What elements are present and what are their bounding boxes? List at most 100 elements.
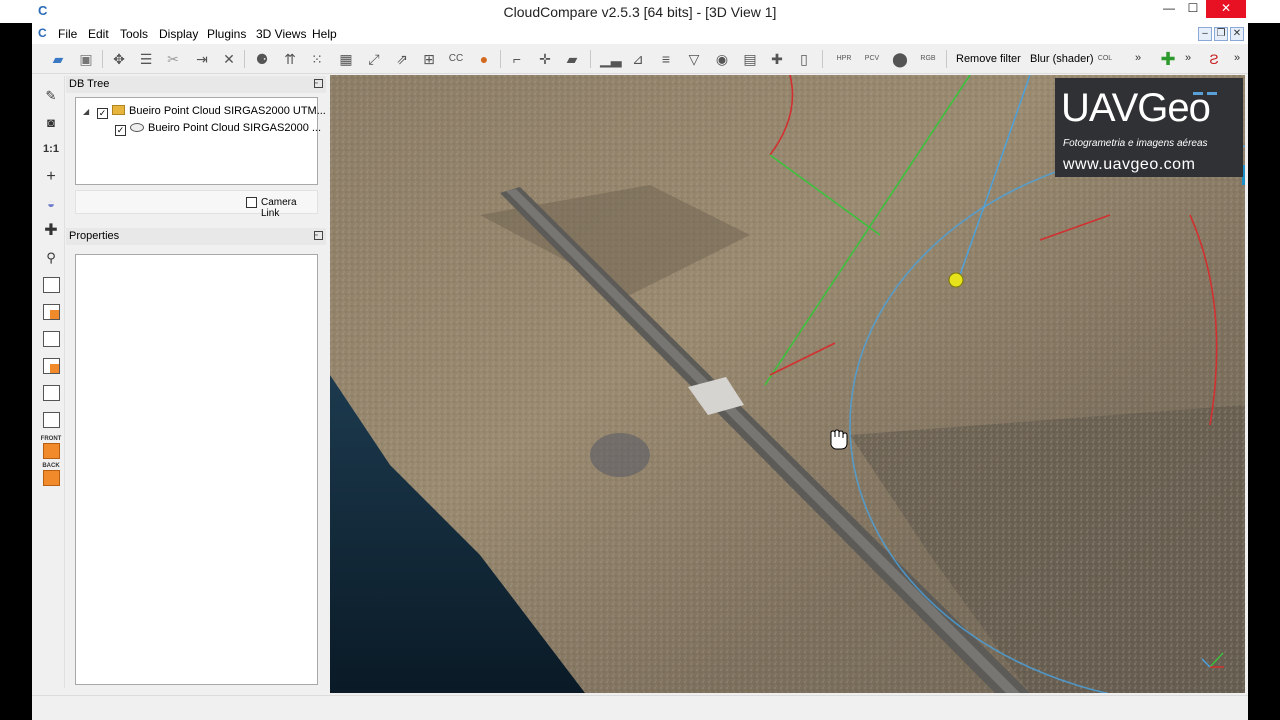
- pcv-icon[interactable]: PCV: [862, 49, 882, 69]
- menu-display[interactable]: Display: [159, 27, 198, 41]
- camera-link-checkbox[interactable]: [246, 197, 257, 208]
- front-iso-label: FRONT: [40, 436, 62, 442]
- histogram-icon[interactable]: ▁▃: [600, 49, 622, 69]
- logo-url: www.uavgeo.com: [1063, 156, 1196, 173]
- delete-icon[interactable]: ✕: [219, 49, 239, 69]
- segment-icon[interactable]: ✂: [163, 49, 183, 69]
- pick-icon[interactable]: ⌐: [507, 49, 527, 69]
- back-view-icon[interactable]: [43, 358, 60, 374]
- pivot-icon[interactable]: +: [41, 167, 61, 187]
- plane-icon[interactable]: ▰: [562, 49, 582, 69]
- menu-plugins[interactable]: Plugins: [207, 27, 246, 41]
- left-view-icon[interactable]: [43, 331, 60, 347]
- zoom-icon[interactable]: ⚲: [41, 248, 61, 268]
- sphere-icon[interactable]: ◉: [712, 49, 732, 69]
- logo-bar: [1193, 92, 1203, 95]
- tree-item-label: Bueiro Point Cloud SIRGAS2000 UTM...: [129, 105, 326, 117]
- tree-item-cloud[interactable]: ✓ Bueiro Point Cloud SIRGAS2000 ...: [115, 122, 321, 136]
- stat-icon[interactable]: ⊿: [628, 49, 648, 69]
- camera-link-bar: Camera Link: [75, 190, 318, 219]
- blur-shader-button[interactable]: Blur (shader): [1030, 53, 1094, 65]
- tree-item-group[interactable]: ✓ Bueiro Point Cloud SIRGAS2000 UTM...: [97, 105, 326, 119]
- pivot-visibility-icon[interactable]: ✚: [41, 221, 61, 241]
- 3d-view[interactable]: UAVGeo Fotogrametria e imagens aéreas ww…: [330, 75, 1245, 693]
- menu-help[interactable]: Help: [312, 27, 337, 41]
- menu-bar: C File Edit Tools Display Plugins 3D Vie…: [32, 23, 1248, 44]
- tree-item-checkbox[interactable]: ✓: [97, 108, 108, 119]
- save-icon[interactable]: ▣: [76, 49, 96, 69]
- properties-title: Properties: [69, 230, 120, 242]
- front-view-icon[interactable]: [43, 304, 60, 320]
- color-icon[interactable]: ●: [474, 49, 494, 69]
- trash-icon[interactable]: ▯: [794, 49, 814, 69]
- plus-icon[interactable]: ✚: [767, 49, 787, 69]
- logo-bar: [1207, 92, 1217, 95]
- translate-rotate-icon[interactable]: ✥: [109, 49, 129, 69]
- properties-view[interactable]: [75, 254, 318, 685]
- ssao-icon[interactable]: ⬤: [890, 49, 910, 69]
- tree-item-label: Bueiro Point Cloud SIRGAS2000 ...: [148, 122, 322, 134]
- filter-icon[interactable]: ≡: [656, 49, 676, 69]
- mesh-icon[interactable]: ▦: [336, 49, 356, 69]
- view-toolbar: ✎ ◙ 1:1 + ◒ ✚ ⚲ FRONT BACK: [35, 76, 65, 688]
- normals-icon[interactable]: ⚈: [252, 49, 272, 69]
- list-icon[interactable]: ☰: [136, 49, 156, 69]
- mdi-restore-button[interactable]: ❐: [1214, 27, 1228, 41]
- perspective-icon[interactable]: ◒: [41, 194, 61, 214]
- gradient-icon[interactable]: ▽: [684, 49, 704, 69]
- menu-3d-views[interactable]: 3D Views: [256, 27, 306, 41]
- mdi-app-icon: C: [38, 26, 47, 40]
- toolbar-overflow-button[interactable]: »: [1135, 52, 1141, 64]
- mdi-close-button[interactable]: ✕: [1230, 27, 1244, 41]
- toolbar-separator: [244, 50, 245, 68]
- menu-tools[interactable]: Tools: [120, 27, 148, 41]
- stats-icon[interactable]: ⊞: [419, 49, 439, 69]
- toolbar-overflow-button[interactable]: »: [1234, 52, 1240, 64]
- rock-cluster: [590, 433, 650, 477]
- pivot-sphere: [948, 272, 964, 288]
- merge-icon[interactable]: ⇥: [192, 49, 212, 69]
- hpr-icon[interactable]: HPR: [834, 49, 854, 69]
- register-icon[interactable]: ⤢: [364, 49, 384, 69]
- plugin-s-icon[interactable]: Ƨ: [1204, 49, 1224, 69]
- screen-margin-left: [0, 23, 32, 720]
- title-bar: C CloudCompare v2.5.3 [64 bits] - [3D Vi…: [0, 0, 1280, 23]
- open-icon[interactable]: ▰: [48, 49, 68, 69]
- maximize-button[interactable]: ☐: [1178, 0, 1208, 18]
- right-view-icon[interactable]: [43, 385, 60, 401]
- properties-float-button[interactable]: ▫: [314, 231, 323, 240]
- add-icon[interactable]: ✚: [1158, 49, 1178, 69]
- tree-expander-icon[interactable]: ◢: [83, 107, 89, 116]
- app-window: C CloudCompare v2.5.3 [64 bits] - [3D Vi…: [0, 0, 1280, 720]
- db-tree-float-button[interactable]: ▫: [314, 79, 323, 88]
- camera-link-label: Camera Link: [261, 197, 297, 219]
- camera-icon[interactable]: ◙: [41, 113, 61, 133]
- pipette-icon[interactable]: ✎: [41, 86, 61, 106]
- top-view-icon[interactable]: [43, 277, 60, 293]
- translate-icon[interactable]: ✛: [535, 49, 555, 69]
- distance-icon[interactable]: ⇗: [392, 49, 412, 69]
- sample-icon[interactable]: ⁙: [307, 49, 327, 69]
- toolbar-separator: [500, 50, 501, 68]
- rgb-icon[interactable]: RGB: [918, 49, 938, 69]
- uavgeo-logo: UAVGeo Fotogrametria e imagens aéreas ww…: [1055, 78, 1243, 177]
- col-icon[interactable]: COL: [1095, 49, 1115, 69]
- toolbar-overflow-button[interactable]: »: [1185, 52, 1191, 64]
- menu-edit[interactable]: Edit: [88, 27, 109, 41]
- zoom-1-1-button[interactable]: 1:1: [41, 139, 61, 159]
- tree-item-checkbox[interactable]: ✓: [115, 125, 126, 136]
- toolbar-separator: [822, 50, 823, 68]
- db-tree-view[interactable]: ◢ ✓ Bueiro Point Cloud SIRGAS2000 UTM... …: [75, 97, 326, 185]
- close-button[interactable]: ✕: [1206, 0, 1246, 18]
- back-iso-view-icon[interactable]: [43, 470, 60, 486]
- cc-icon[interactable]: CC: [446, 49, 466, 69]
- menu-file[interactable]: File: [58, 27, 77, 41]
- folder-icon: [112, 105, 125, 115]
- remove-filter-button[interactable]: Remove filter: [956, 53, 1021, 65]
- octree-icon[interactable]: ⇈: [280, 49, 300, 69]
- mdi-minimize-button[interactable]: –: [1198, 27, 1212, 41]
- back-iso-label: BACK: [42, 463, 60, 469]
- table-icon[interactable]: ▤: [740, 49, 760, 69]
- front-iso-view-icon[interactable]: [43, 443, 60, 459]
- bottom-view-icon[interactable]: [43, 412, 60, 428]
